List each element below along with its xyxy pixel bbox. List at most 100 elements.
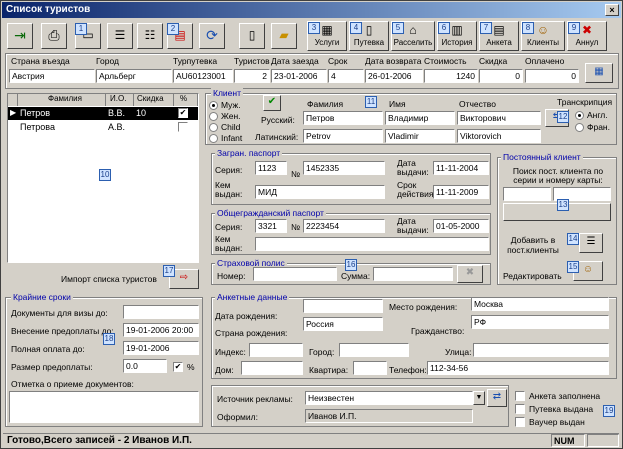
main-window: Список туристов × ⇥ ⎙ ▭ 1 ☰ ☷ ▤ 2 ⟳ ▯ ▰ … (0, 0, 623, 449)
lat-name-field[interactable]: Vladimir (385, 129, 455, 143)
permanent-group-title: Постоянный клиент (501, 152, 583, 162)
gender-female-label: Жен. (221, 111, 241, 121)
translit-fra-label: Фран. (587, 122, 610, 132)
street-field[interactable] (473, 343, 609, 357)
docs-mark-field[interactable] (9, 391, 199, 423)
ru-name-field[interactable]: Владимир (385, 111, 455, 125)
zagran-nomer-field[interactable]: 1452335 (303, 161, 385, 175)
summary-cost: 1240 (424, 69, 478, 83)
insurance-nomer-field[interactable] (253, 267, 337, 281)
obsh-nomer-field[interactable]: 2223454 (303, 219, 385, 233)
prepay-size-field[interactable]: 0.0 (123, 359, 167, 373)
deadlines-group-title: Крайние сроки (11, 292, 73, 302)
printer-icon[interactable]: ⎙ (41, 23, 67, 49)
row-pct-checkbox[interactable]: ✔ (178, 108, 188, 118)
zagran-date-field[interactable]: 11-11-2004 (433, 161, 489, 175)
lat-patronymic-field[interactable]: Viktorovich (457, 129, 541, 143)
callout-19: 19 (603, 405, 615, 417)
callout-11: 11 (365, 96, 377, 108)
list-header-io[interactable]: И.О. (106, 94, 134, 106)
summary-voucher: AU60123001 (173, 69, 233, 83)
city-field[interactable] (339, 343, 409, 357)
birth-country-field[interactable]: Россия (303, 317, 383, 331)
zagran-valid-label: Срок действия: (397, 180, 436, 199)
translit-eng-radio[interactable] (575, 111, 584, 120)
birth-place-field[interactable]: Москва (471, 297, 609, 311)
list-header-pct[interactable]: % (174, 94, 198, 106)
lat-surname-field[interactable]: Petrov (303, 129, 383, 143)
close-button[interactable]: × (605, 4, 619, 16)
gender-child-radio[interactable] (209, 123, 218, 132)
status-text: Готово,Всего записей - 2 Иванов И.П. (7, 435, 192, 446)
latin-label: Латинский: (255, 132, 299, 142)
prepay-pct-label: % (187, 362, 195, 372)
zagran-valid-field[interactable]: 11-11-2009 (433, 185, 489, 199)
citizenship-field[interactable]: РФ (471, 315, 609, 329)
delete-insurance-button[interactable]: ✖ (457, 265, 483, 283)
obsh-date-label: Дата выдачи: (397, 216, 429, 235)
add-permanent-button[interactable]: ☰ (579, 233, 603, 253)
obsh-date-field[interactable]: 01-05-2000 (433, 219, 489, 233)
ru-surname-field[interactable]: Петров (303, 111, 383, 125)
voucher-issued-checkbox[interactable] (515, 404, 525, 414)
list-header-surname[interactable]: Фамилия (18, 94, 106, 106)
voucher-given-label: Ваучер выдан (529, 417, 585, 427)
obsh-seria-label: Серия: (215, 222, 243, 232)
anketa-filled-checkbox[interactable] (515, 391, 525, 401)
gender-male-radio[interactable] (209, 101, 218, 110)
birth-place-label: Место рождения: (389, 302, 458, 312)
chevron-down-icon[interactable]: ▼ (473, 391, 485, 405)
prepay-field[interactable]: 19-01-2006 20:00 (123, 323, 199, 337)
summary-header-return: Дата возврата (365, 56, 422, 66)
import-label: Импорт списка туристов (61, 274, 157, 284)
prepay-label: Внесение предоплаты до: (11, 326, 114, 336)
index-field[interactable] (249, 343, 303, 357)
visa-docs-field[interactable] (123, 305, 199, 319)
folder-icon[interactable]: ▰ (271, 23, 297, 49)
full-pay-field[interactable]: 19-01-2006 (123, 341, 199, 355)
flat-field[interactable] (353, 361, 387, 375)
callout-10: 10 (99, 169, 111, 181)
insurance-summa-field[interactable] (373, 267, 453, 281)
house-field[interactable] (241, 361, 303, 375)
row-pct-checkbox[interactable] (178, 122, 188, 132)
zagran-issued-field[interactable]: МИД (255, 185, 385, 199)
summary-header-arrival: Дата заезда (271, 56, 319, 66)
source-select[interactable]: Неизвестен (305, 391, 473, 405)
permanent-add-label: Добавить в пост.клиенты (507, 235, 559, 255)
source-label: Источник рекламы: (217, 394, 293, 404)
calculator-button[interactable]: ▦ (585, 63, 613, 83)
callout-13: 13 (557, 199, 569, 211)
list-header-discount[interactable]: Скидка (134, 94, 174, 106)
house-label: Дом: (215, 365, 234, 375)
document-icon[interactable]: ▯ (239, 23, 265, 49)
permanent-search-label: Поиск пост. клиента по серии и номеру ка… (512, 166, 604, 185)
phone-label: Телефон: (389, 365, 427, 375)
birth-date-field[interactable] (303, 299, 383, 313)
gender-infant-radio[interactable] (209, 134, 218, 143)
translit-fra-radio[interactable] (575, 123, 584, 132)
permanent-seria-field[interactable] (503, 187, 551, 201)
russian-label: Русский: (261, 115, 295, 125)
list-edit-icon[interactable]: ☷ (137, 23, 163, 49)
zagran-seria-field[interactable]: 1123 (255, 161, 287, 175)
voucher-given-checkbox[interactable] (515, 417, 525, 427)
table-row[interactable]: ▶ Петров В.В. 10 ✔ (8, 107, 198, 120)
source-edit-button[interactable]: ⇄ (487, 389, 507, 407)
ru-patronymic-field[interactable]: Викторович (457, 111, 541, 125)
refresh-icon[interactable]: ⟳ (199, 23, 225, 49)
anketa-group-title: Анкетные данные (215, 292, 290, 302)
enter-icon[interactable]: ⇥ (7, 23, 33, 49)
summary-header-country: Страна въезда (11, 56, 70, 66)
citizenship-label: Гражданство: (411, 326, 465, 336)
table-row[interactable]: Петрова А.В. (8, 121, 198, 134)
prepay-pct-checkbox[interactable]: ✔ (173, 362, 183, 372)
obsh-issued-field[interactable] (255, 237, 489, 251)
summary-city: Арльберг (96, 69, 172, 83)
check-icon[interactable]: ✔ (263, 95, 281, 111)
list-icon[interactable]: ☰ (107, 23, 133, 49)
phone-field[interactable]: 112-34-56 (427, 361, 609, 375)
callout-9: 9 (568, 22, 580, 34)
obsh-seria-field[interactable]: 3321 (255, 219, 287, 233)
gender-female-radio[interactable] (209, 112, 218, 121)
